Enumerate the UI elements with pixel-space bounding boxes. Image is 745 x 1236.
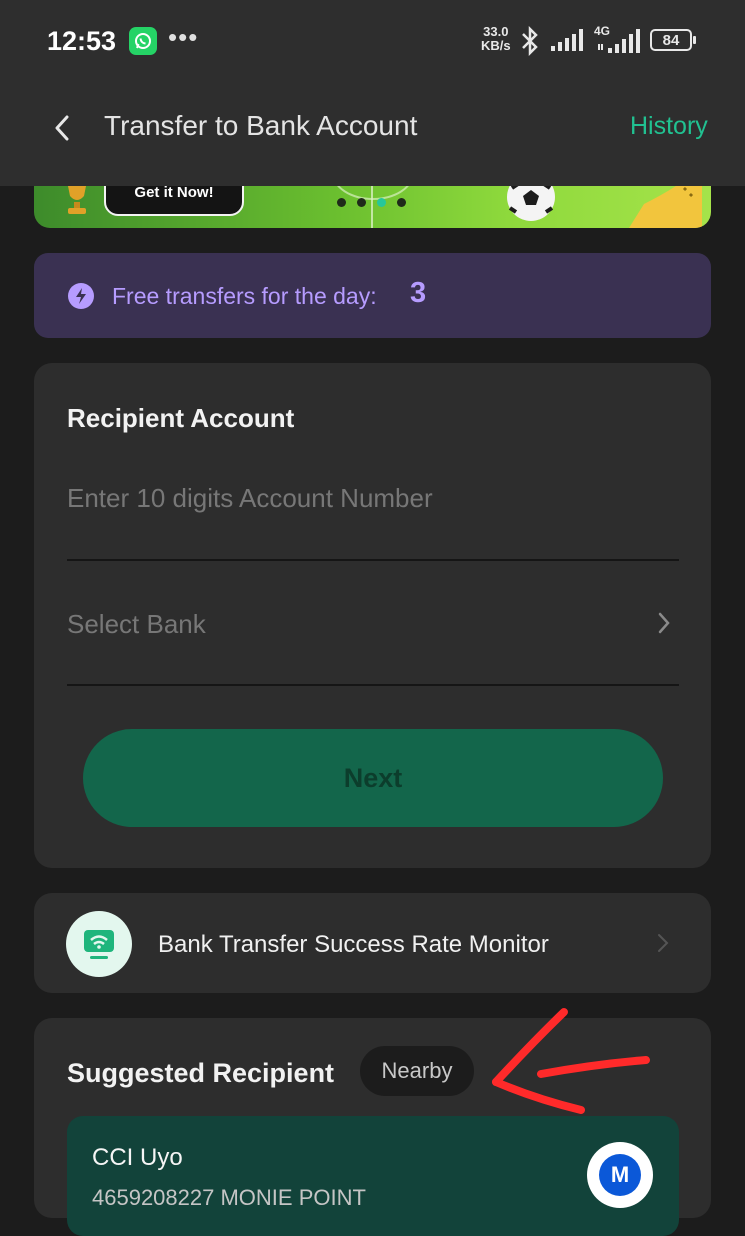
monitor-icon [66,911,132,977]
recipient-account-card: Recipient Account Select Bank Next [34,363,711,868]
free-transfers-count: 3 [410,277,427,309]
suggested-recipient-title: Suggested Recipient [67,1058,335,1088]
banner-cta-label: Get it Now! [134,186,214,201]
more-dots-icon: ••• [168,22,199,52]
recipient-account-detail: 4659208227 MONIE POINT [92,1185,366,1210]
network-speed-value: 33.0 [483,24,509,39]
chevron-right-icon [658,934,669,952]
logo-letter: M [599,1154,641,1196]
network-speed-unit: KB/s [481,38,511,53]
network-speed: 33.0 KB/s [481,25,511,53]
account-number-input[interactable] [67,478,678,518]
nearby-badge[interactable]: Nearby [360,1046,474,1096]
battery-level: 84 [662,32,680,49]
history-link[interactable]: History [630,112,708,141]
lightning-icon [68,283,94,309]
select-bank-field[interactable]: Select Bank [67,591,679,655]
signal-icon [551,29,583,51]
select-bank-label: Select Bank [67,609,206,639]
chevron-right-icon [658,612,670,634]
signal-4g-icon: 4G [594,24,642,54]
divider [67,559,679,561]
page-title: Transfer to Bank Account [104,110,418,141]
recipient-name: CCI Uyo [92,1144,183,1171]
recipient-list-item[interactable]: CCI Uyo 4659208227 MONIE POINT M [67,1116,679,1236]
trophy-icon [68,186,86,214]
top-bar: 12:53 ••• 33.0 KB/s 4G 84 Transfer to Ba… [0,0,745,186]
bluetooth-icon [522,26,538,56]
carousel-dot [397,198,406,207]
battery-tip [693,36,696,44]
carousel-dot [357,198,366,207]
divider [67,684,679,686]
carousel-dot [337,198,346,207]
whatsapp-icon [129,27,157,55]
battery-icon: 84 [650,29,692,51]
carousel-dot-active [377,198,386,207]
next-button-label: Next [343,762,403,793]
success-rate-monitor-row[interactable]: Bank Transfer Success Rate Monitor [34,893,711,993]
next-button[interactable]: Next [83,729,663,827]
moniepoint-logo-icon: M [587,1142,653,1208]
free-transfers-label: Free transfers for the day: [112,283,377,309]
football-icon [507,186,555,221]
field-line [371,186,373,228]
nearby-badge-label: Nearby [381,1058,453,1083]
get-it-now-button[interactable]: Get it Now! [104,186,244,216]
status-time: 12:53 [47,26,117,56]
red-arrow-annotation [492,1008,650,1114]
boot-icon [629,186,702,228]
monitor-label: Bank Transfer Success Rate Monitor [158,931,549,958]
back-arrow-icon[interactable] [48,112,78,144]
free-transfers-banner: Free transfers for the day: 3 [34,253,711,338]
promo-banner[interactable]: Get it Now! [34,186,711,228]
recipient-account-title: Recipient Account [67,403,295,433]
